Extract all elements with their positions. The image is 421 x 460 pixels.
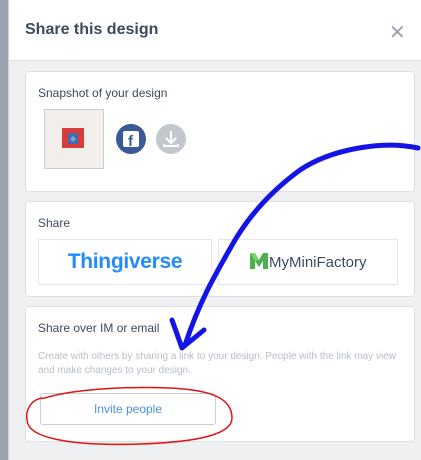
design-preview-icon [62, 128, 84, 148]
facebook-logo-icon: f [123, 131, 139, 150]
myminifactory-label: MyMiniFactory [269, 254, 367, 271]
myminifactory-logo-icon [250, 253, 268, 269]
facebook-icon[interactable]: f [116, 124, 146, 154]
invite-people-button[interactable]: Invite people [40, 393, 216, 425]
im-email-label: Share over IM or email [38, 321, 160, 335]
close-icon[interactable]: ✕ [389, 22, 406, 42]
dialog-header: Share this design ✕ [9, 0, 421, 61]
im-email-card: Share over IM or email Create with other… [25, 306, 415, 442]
share-card: Share Thingiverse MyMiniFactory [25, 201, 415, 297]
download-icon[interactable] [156, 124, 186, 154]
design-thumbnail[interactable] [44, 109, 104, 169]
download-arrow-icon [163, 131, 179, 147]
dialog-title: Share this design [25, 21, 159, 38]
thingiverse-button[interactable]: Thingiverse [38, 239, 212, 285]
snapshot-card: Snapshot of your design f [25, 71, 415, 192]
share-description: Create with others by sharing a link to … [38, 351, 396, 376]
share-dialog: Share this design ✕ Snapshot of your des… [8, 0, 421, 460]
share-label: Share [38, 216, 71, 230]
snapshot-label: Snapshot of your design [38, 86, 168, 100]
myminifactory-button[interactable]: MyMiniFactory [218, 239, 398, 285]
background-strip [0, 0, 8, 460]
